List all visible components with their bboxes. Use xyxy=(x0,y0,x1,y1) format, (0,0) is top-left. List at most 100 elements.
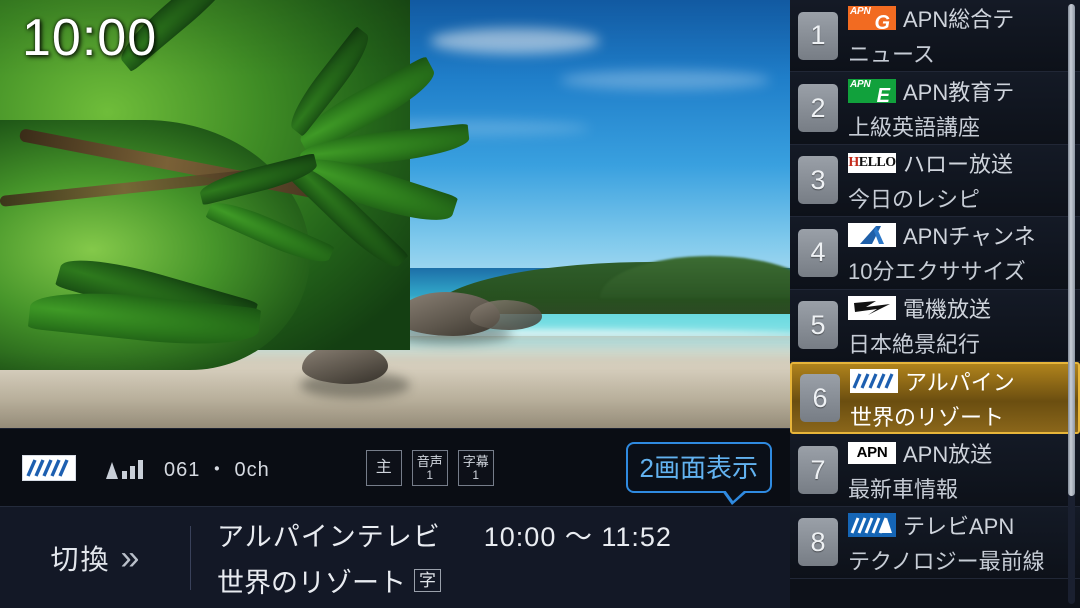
channel-text: 電機放送 日本絶景紀行 xyxy=(848,292,1072,359)
a-mark-glyph xyxy=(860,226,884,245)
channel-name: APN教育テ xyxy=(903,79,1015,105)
channel-header: APNチャンネ xyxy=(848,219,1072,251)
channel-name: ハロー放送 xyxy=(903,151,1014,177)
channel-header: APN E APN教育テ xyxy=(848,75,1072,107)
audio-track-badge[interactable]: 音声 1 xyxy=(411,449,448,486)
alpine-stripes-logo-icon xyxy=(850,368,898,393)
channel-program: 10分エクササイズ xyxy=(848,259,1026,285)
scrollbar-thumb[interactable] xyxy=(1068,4,1075,496)
cloud xyxy=(560,70,770,90)
badge-line1: 音声 xyxy=(416,453,443,469)
rock xyxy=(302,344,388,384)
stripes-glyph xyxy=(26,458,69,477)
channel-header: H ELLO ハロー放送 xyxy=(848,147,1072,179)
channel-number-badge: 6 xyxy=(800,374,840,423)
channel-row-1[interactable]: 1 APN G APN総合テ ニュース xyxy=(790,0,1080,73)
signal-bars-glyph xyxy=(106,459,143,479)
channel-text: H ELLO ハロー放送 今日のレシピ xyxy=(848,147,1072,214)
tv-tuner-screen: 10:00 061 ・ 0ch 主 音声 1 字幕 1 2画面表示 切換 » ア… xyxy=(0,0,1080,608)
program-info: アルパインテレビ 10:00 ～ 11:52 世界のリゾート 字 xyxy=(191,515,672,600)
channel-text: APN E APN教育テ 上級英語講座 xyxy=(848,75,1072,142)
video-and-info-pane: 10:00 061 ・ 0ch 主 音声 1 字幕 1 2画面表示 切換 » ア… xyxy=(0,0,790,608)
channel-row-5[interactable]: 5 電機放送 日本絶景紀行 xyxy=(790,289,1080,362)
channel-header: 電機放送 xyxy=(848,292,1072,324)
channel-number-badge: 3 xyxy=(798,156,838,205)
logo-sup: APN xyxy=(850,6,871,18)
channel-program: テクノロジー最前線 xyxy=(848,548,1045,574)
two-screen-button[interactable]: 2画面表示 xyxy=(625,442,772,493)
channel-header: APN G APN総合テ xyxy=(848,2,1072,34)
program-time-range: 10:00 ～ 11:52 xyxy=(483,522,672,552)
hello-logo-icon: H ELLO xyxy=(848,152,896,173)
stripes-glyph xyxy=(850,517,892,534)
channel-name: APN総合テ xyxy=(903,7,1015,33)
channel-number-badge: 2 xyxy=(798,84,838,133)
channel-row-4[interactable]: 4 APNチャンネ 10分エクササイズ xyxy=(790,217,1080,290)
badge-line1: 字幕 xyxy=(462,453,489,469)
switch-button[interactable]: 切換 » xyxy=(0,507,190,608)
callout-tail-inner xyxy=(725,490,745,501)
denki-bolt-logo-icon xyxy=(848,295,896,320)
stripes-glyph xyxy=(852,373,894,389)
channel-text: APN G APN総合テ ニュース xyxy=(848,2,1072,69)
program-station: アルパインテレビ xyxy=(217,522,441,552)
channel-header: APN APN放送 xyxy=(848,437,1072,469)
channel-name: APNチャンネ xyxy=(903,224,1036,250)
program-title-row: 世界のリゾート 字 xyxy=(217,561,672,600)
stream-badges: 主 音声 1 字幕 1 xyxy=(365,449,494,486)
subtitle-indicator-badge: 字 xyxy=(414,568,441,593)
channel-program: 日本絶景紀行 xyxy=(848,331,981,357)
channel-program: 世界のリゾート xyxy=(850,404,1005,430)
double-chevron-right-icon: » xyxy=(120,538,140,577)
channel-row-3[interactable]: 3 H ELLO ハロー放送 今日のレシピ xyxy=(790,144,1080,218)
channel-text: APNチャンネ 10分エクササイズ xyxy=(848,219,1072,286)
channel-header: テレビAPN xyxy=(848,509,1072,541)
channel-number-badge: 7 xyxy=(798,446,838,495)
channel-list[interactable]: 1 APN G APN総合テ ニュース 2 APN E APN教育テ 上級英語講… xyxy=(790,0,1080,608)
subtitle-track-badge[interactable]: 字幕 1 xyxy=(457,449,494,486)
channel-number-badge: 5 xyxy=(798,301,838,350)
channel-name: APN放送 xyxy=(903,441,993,467)
video-preview[interactable]: 10:00 xyxy=(0,0,790,428)
channel-name: 電機放送 xyxy=(903,296,992,322)
channel-number-badge: 8 xyxy=(798,518,838,567)
badge-line2: 1 xyxy=(472,467,480,482)
channel-name: アルパイン xyxy=(905,369,1015,395)
channel-row-6[interactable]: 6 アルパイン 世界のリゾート xyxy=(790,361,1080,435)
apn-channel-a-logo-icon xyxy=(848,223,896,248)
lightning-bolt-glyph xyxy=(854,300,890,315)
channel-text: アルパイン 世界のリゾート xyxy=(850,365,1070,432)
logo-sup: H xyxy=(848,154,859,170)
channel-program: 今日のレシピ xyxy=(848,186,981,212)
two-screen-callout: 2画面表示 xyxy=(625,442,772,505)
rock xyxy=(470,300,542,330)
logo-sup: APN xyxy=(850,78,871,90)
cloud xyxy=(430,28,600,54)
logo-main: E xyxy=(876,84,890,103)
channel-header: アルパイン xyxy=(850,365,1070,397)
channel-row-7[interactable]: 7 APN APN放送 最新車情報 xyxy=(790,434,1080,507)
channel-row-8[interactable]: 8 テレビAPN テクノロジー最前線 xyxy=(790,506,1080,580)
channel-text: テレビAPN テクノロジー最前線 xyxy=(848,509,1072,576)
apn-text-logo-icon: APN xyxy=(848,441,896,464)
apn-g-logo-icon: APN G xyxy=(848,6,896,31)
channel-text: APN APN放送 最新車情報 xyxy=(848,437,1072,504)
channel-name: テレビAPN xyxy=(903,513,1015,539)
badge-line1: 主 xyxy=(375,458,392,476)
channel-program: ニュース xyxy=(848,42,935,68)
signal-strength-icon xyxy=(102,457,148,479)
switch-label: 切換 xyxy=(50,543,111,575)
channel-program: 上級英語講座 xyxy=(848,114,981,140)
clock-overlay: 10:00 xyxy=(22,9,158,67)
badge-line2: 1 xyxy=(426,467,434,482)
channel-program: 最新車情報 xyxy=(848,476,959,502)
apn-e-logo-icon: APN E xyxy=(848,78,896,103)
tv-apn-logo-icon xyxy=(848,512,896,537)
logo-main: G xyxy=(874,12,890,31)
channel-number-badge: 1 xyxy=(798,11,838,60)
program-bar: 切換 » アルパインテレビ 10:00 ～ 11:52 世界のリゾート 字 xyxy=(0,506,790,608)
logo-main: ELLO xyxy=(858,154,896,170)
main-audio-badge[interactable]: 主 xyxy=(365,449,402,486)
channel-row-2[interactable]: 2 APN E APN教育テ 上級英語講座 xyxy=(790,72,1080,145)
program-station-time: アルパインテレビ 10:00 ～ 11:52 xyxy=(217,515,672,554)
